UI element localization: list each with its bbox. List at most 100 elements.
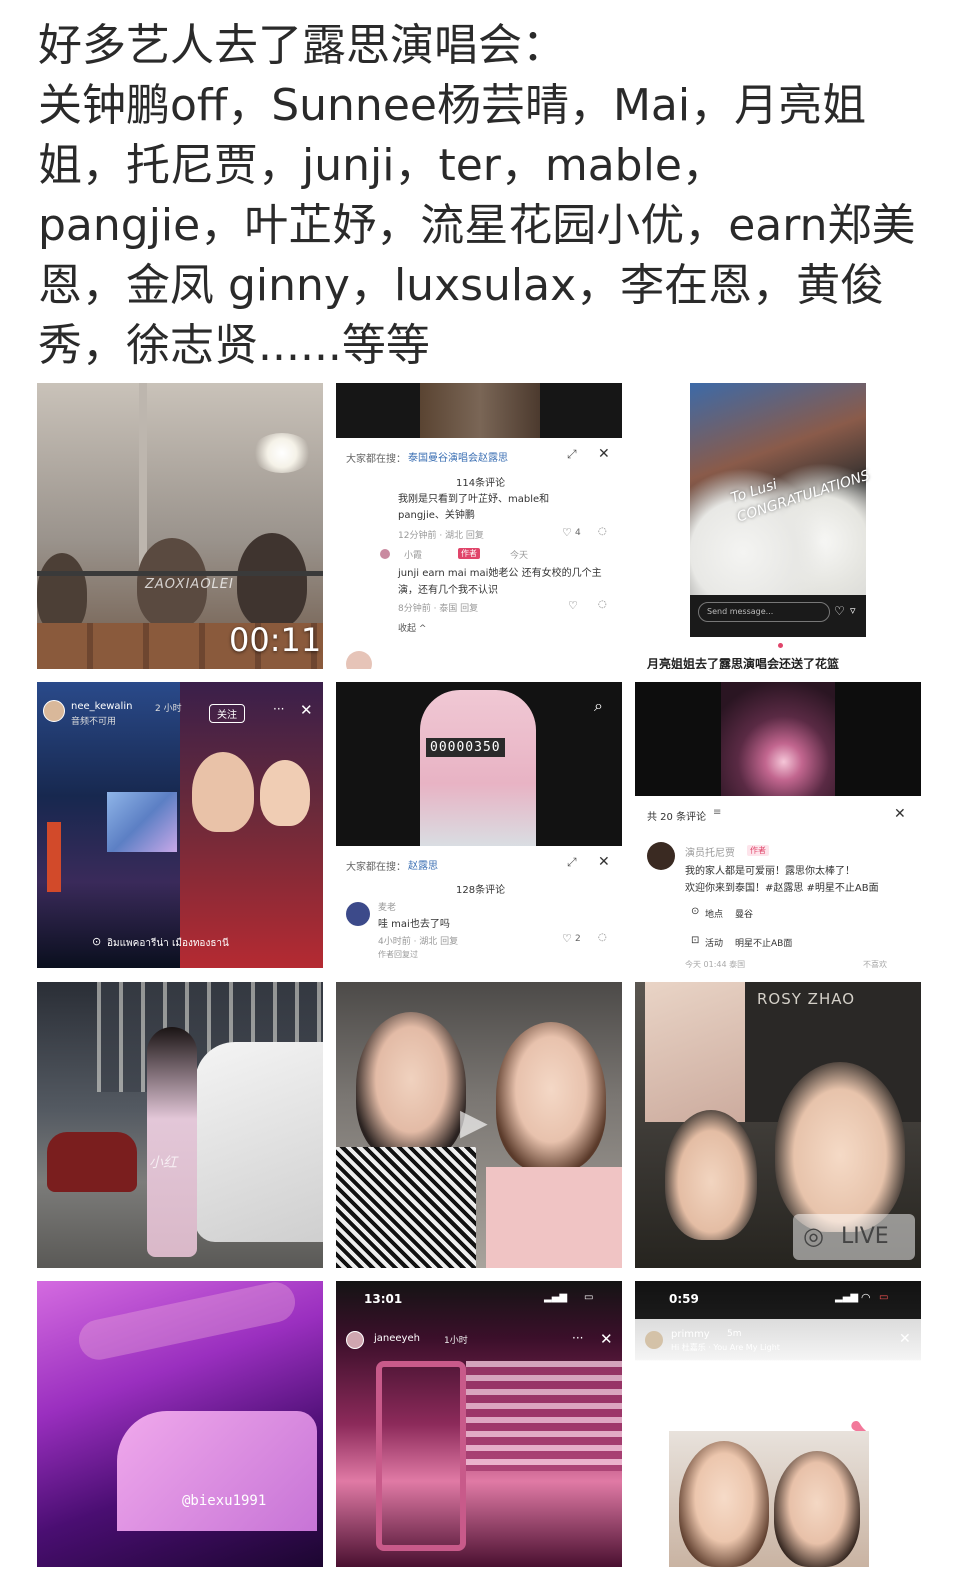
send-icon[interactable]: ▿ [850, 604, 856, 617]
comment-text: 我的家人都是可爱丽！露思你太棒了！ [685, 866, 855, 877]
person-silhouette [237, 533, 307, 628]
screenshot-tile-4[interactable]: nee_kewalin 2 小时 音频不可用 关注 ··· ✕ ⊙ อิมแพค… [37, 682, 323, 968]
photo-tile-10[interactable]: @biexu1991 [37, 1281, 323, 1567]
like-icon[interactable]: ♡ [568, 599, 578, 612]
wifi-icon: ◠ [861, 1291, 871, 1304]
expand-icon[interactable]: ⤢ [567, 855, 577, 870]
screenshot-tile-11[interactable]: 13:01 ▂▄▆ ▭ janeeyeh 1小时 ··· ✕ [336, 1281, 622, 1567]
comment-text: 我刚是只看到了叶芷妤、mable和pangjie、关钟鹏 [398, 494, 550, 521]
search-term-link[interactable]: 泰国曼谷演唱会赵露思 [408, 449, 508, 464]
person-face [679, 1441, 769, 1567]
follow-button[interactable]: 关注 [209, 704, 245, 723]
page-dot [778, 643, 783, 648]
comment-count: 114条评论 [456, 478, 506, 489]
live-badge[interactable]: ◎ LIVE [793, 1214, 915, 1260]
avatar[interactable] [380, 549, 390, 559]
close-icon[interactable]: ✕ [899, 1331, 911, 1347]
activity-value[interactable]: 明星不止AB面 [735, 936, 792, 949]
status-time: 13:01 [364, 1292, 403, 1306]
photo-tile-9[interactable]: ROSY ZHAO ◎ LIVE [635, 982, 921, 1268]
message-input[interactable]: Send message... [698, 602, 830, 622]
comment-meta: 8分钟前 · 泰国 回复 [398, 604, 479, 614]
comment-text: junji earn mai mai她老公 还有女校的几个主演，还有几个我不认识 [398, 568, 602, 596]
close-icon[interactable]: ✕ [600, 1330, 613, 1348]
selfie-card [669, 1431, 869, 1567]
dislike-icon[interactable]: ◌ [598, 526, 607, 537]
comment-user[interactable]: 演员托尼贾 [685, 844, 735, 859]
story-subtitle: 音频不可用 [71, 717, 117, 727]
person-face [260, 760, 310, 826]
avatar[interactable] [43, 700, 65, 722]
person-face [356, 1012, 466, 1162]
railing [37, 571, 323, 576]
person-silhouette [37, 553, 87, 633]
like-icon[interactable]: ♡ [562, 526, 572, 539]
like-icon[interactable]: ♡ [562, 932, 572, 945]
comment-text: 哇 mai也去了吗 [378, 919, 450, 930]
author-replied-note: 作者回复过 [378, 950, 418, 959]
photo-tile-8[interactable]: ▶ [336, 982, 622, 1268]
screenshot-tile-12[interactable]: 0:59 ▂▄▆ ◠ ▭ primmy 5m Hi 杜嘉乐 · You Are … [635, 1281, 921, 1567]
more-icon[interactable]: ··· [273, 702, 284, 716]
dislike-icon[interactable]: ◌ [598, 932, 607, 943]
close-icon[interactable]: ✕ [894, 806, 906, 822]
comment-user[interactable]: 小霞 [404, 548, 422, 561]
person-silhouette [147, 1027, 197, 1257]
screenshot-tile-5[interactable]: 00000350 ⌕ 大家都在搜： 赵露思 ⤢ ✕ 128条评论 麦老 哇 ma… [336, 682, 622, 968]
expand-icon[interactable]: ⤢ [567, 447, 577, 462]
pink-installation [420, 690, 536, 846]
comment-meta: 今天 01:44 泰国 [685, 960, 746, 968]
comment-user[interactable]: 麦老 [378, 900, 396, 913]
watermark-handle: @biexu1991 [182, 1493, 267, 1509]
story-header: primmy 5m Hi 杜嘉乐 · You Are My Light ✕ [635, 1319, 921, 1359]
story-time: 2 小时 [155, 704, 182, 714]
avatar[interactable] [645, 1331, 663, 1349]
video-strip [336, 383, 622, 438]
photo-tile-7[interactable]: 小红 [37, 982, 323, 1268]
person-face [665, 1110, 757, 1240]
comment-text: 欢迎你来到泰国！#赵露思 #明星不止AB面 [685, 883, 879, 894]
activity-label: 活动 [705, 939, 724, 949]
collapse-link[interactable]: 收起 ^ [398, 621, 426, 634]
plaid-shirt [336, 1147, 476, 1268]
live-icon: ◎ [803, 1222, 824, 1250]
photo-tile-1[interactable]: ZAOXIAOLEI 00:11 [37, 383, 323, 669]
play-icon[interactable]: ▶ [460, 1102, 488, 1143]
avatar[interactable] [647, 842, 675, 870]
dislike-icon[interactable]: ◌ [598, 599, 607, 610]
story-user[interactable]: primmy [671, 1329, 710, 1340]
search-icon[interactable]: ⌕ [594, 696, 603, 716]
screenshot-tile-2[interactable]: 大家都在搜： 泰国曼谷演唱会赵露思 ⤢ ✕ 114条评论 我刚是只看到了叶芷妤、… [336, 383, 622, 669]
more-icon[interactable]: ··· [572, 1331, 583, 1345]
sleeve [117, 1411, 317, 1531]
stage-lights [466, 1361, 622, 1471]
message-placeholder: Send message... [707, 607, 774, 616]
screenshot-tile-3[interactable]: To Lusi CONGRATULATIONS Send message... … [635, 383, 921, 669]
avatar[interactable] [346, 651, 372, 669]
watermark-text: 小红 [149, 1155, 177, 1171]
location-value[interactable]: 曼谷 [735, 907, 753, 920]
close-icon[interactable]: ✕ [598, 446, 610, 462]
person-face [775, 1062, 905, 1232]
like-count: 2 [575, 934, 581, 944]
close-icon[interactable]: ✕ [598, 854, 610, 870]
story-frame: To Lusi CONGRATULATIONS Send message... … [690, 383, 872, 637]
like-count: 4 [575, 528, 581, 538]
filter-icon[interactable]: ≡ [713, 807, 721, 818]
close-icon[interactable]: ✕ [300, 701, 313, 719]
story-user[interactable]: janeeyeh [374, 1333, 420, 1344]
search-term-link[interactable]: 赵露思 [408, 857, 438, 872]
comment-header: 共 20 条评论 [647, 812, 707, 823]
heart-icon[interactable]: ♡ [834, 604, 845, 618]
scooter [47, 1132, 137, 1192]
avatar[interactable] [346, 902, 370, 926]
location-text[interactable]: อิมแพคอารีน่า เมืองทองธานี [107, 936, 229, 951]
screenshot-tile-6[interactable]: 共 20 条评论 ≡ ✕ 演员托尼贾 作者 我的家人都是可爱丽！露思你太棒了！ … [635, 682, 921, 968]
location-icon: ⊙ [92, 935, 102, 948]
signal-icon: ▂▄▆ [835, 1292, 859, 1303]
location-label: 地点 [705, 910, 724, 920]
avatar[interactable] [346, 1331, 364, 1349]
live-label: LIVE [841, 1224, 889, 1249]
dislike-text[interactable]: 不喜欢 [863, 959, 887, 968]
story-user[interactable]: nee_kewalin [71, 701, 132, 712]
